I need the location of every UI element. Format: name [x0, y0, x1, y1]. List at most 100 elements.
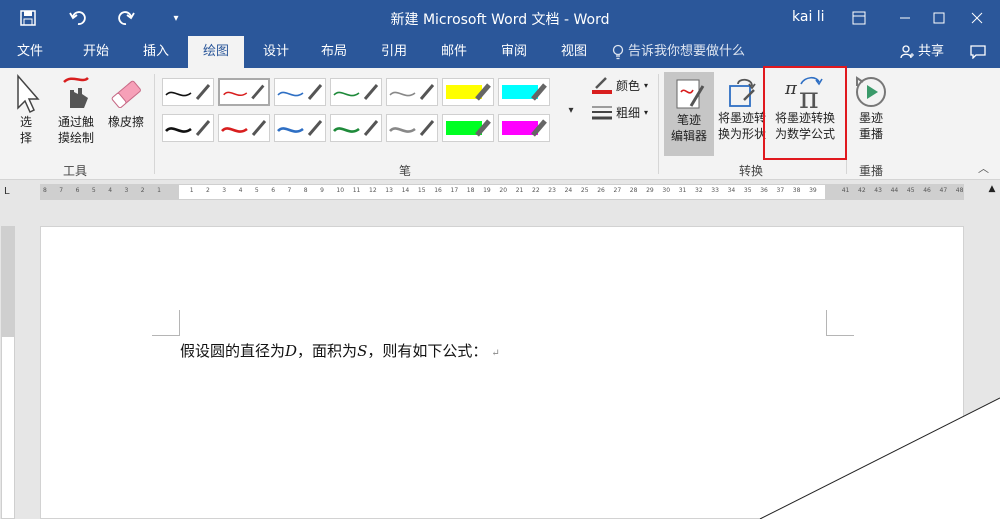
- ruler-tick: 11: [352, 187, 361, 194]
- ink-editor-button[interactable]: 笔迹 编辑器: [664, 72, 714, 156]
- ruler-tick: 44: [890, 187, 899, 194]
- text-segment: ，面积为: [297, 342, 358, 360]
- horizontal-ruler[interactable]: 8 7 6 5 4 3 2 1 1 2 3 4 5 6 7 8 9 10 11 12 13 14 15 16 17 18 19 20 2…: [40, 184, 964, 200]
- tab-insert[interactable]: 插入: [134, 36, 178, 68]
- tab-mailings[interactable]: 邮件: [432, 36, 476, 68]
- ruler-tick: 22: [532, 187, 540, 194]
- redo-icon[interactable]: [106, 0, 146, 36]
- ink-to-shape-button[interactable]: 将墨迹转 换为形状: [714, 74, 770, 142]
- select-label: 选 择: [19, 115, 32, 145]
- ruler-tick: 21: [515, 187, 524, 194]
- ruler-tick: 41: [841, 187, 850, 194]
- user-name[interactable]: kai li: [792, 9, 825, 25]
- touch-pen-icon: [63, 76, 89, 108]
- crop-mark-top-left: [152, 310, 180, 336]
- pointer-icon: [17, 74, 40, 114]
- share-button[interactable]: 共享: [900, 36, 944, 68]
- document-page[interactable]: [40, 226, 964, 519]
- tell-me-box[interactable]: 告诉我你想要做什么: [612, 36, 745, 68]
- ruler-tick: 5: [91, 187, 96, 194]
- ruler-tick: 38: [792, 187, 801, 194]
- pen-red-thick[interactable]: [218, 114, 270, 142]
- ruler-tick: 27: [613, 187, 622, 194]
- ruler-tick: 6: [75, 187, 80, 194]
- pens-group-label: 笔: [398, 164, 411, 178]
- pen-gray-thick[interactable]: [386, 114, 438, 142]
- ruler-tick: 12: [369, 187, 377, 194]
- eraser-icon: [111, 80, 141, 109]
- ruler-tick: 24: [564, 187, 573, 194]
- ruler-tick: 33: [711, 187, 719, 194]
- ribbon-display-icon[interactable]: [836, 0, 882, 36]
- ruler-tick: 9: [320, 187, 324, 194]
- lightbulb-icon: [612, 44, 624, 60]
- crop-mark-top-right: [826, 310, 854, 336]
- customize-icon[interactable]: ▾: [156, 0, 196, 36]
- thickness-icon: [592, 106, 612, 119]
- ruler-tick: 17: [450, 187, 459, 194]
- highlighter-magenta[interactable]: [498, 114, 550, 142]
- ruler-tick: 8: [43, 187, 47, 194]
- undo-icon[interactable]: [58, 0, 98, 36]
- pen-black-thin[interactable]: [162, 78, 214, 106]
- pen-red-thin[interactable]: [218, 78, 270, 106]
- ruler-tick: 47: [939, 187, 948, 194]
- tab-home[interactable]: 开始: [74, 36, 118, 68]
- highlighter-cyan[interactable]: [498, 78, 550, 106]
- save-icon[interactable]: [8, 0, 48, 36]
- tab-review[interactable]: 审阅: [492, 36, 536, 68]
- ruler-tick: 34: [727, 187, 736, 194]
- text-segment: ，则有如下公式：: [367, 342, 488, 360]
- highlighter-yellow[interactable]: [442, 78, 494, 106]
- ruler-tick: 36: [760, 187, 768, 194]
- tab-view[interactable]: 视图: [552, 36, 596, 68]
- tab-selector-icon[interactable]: L: [4, 186, 10, 197]
- close-icon[interactable]: [954, 0, 1000, 36]
- tab-layout[interactable]: 布局: [312, 36, 356, 68]
- vertical-scrollbar[interactable]: ▲: [984, 180, 1000, 519]
- pen-blue-thick[interactable]: [274, 114, 326, 142]
- collapse-ribbon-icon[interactable]: ︿: [978, 160, 989, 176]
- pen-color-icon: [592, 77, 612, 94]
- comment-icon[interactable]: [960, 36, 996, 68]
- scroll-up-icon[interactable]: ▲: [984, 180, 1000, 194]
- tab-references[interactable]: 引用: [372, 36, 416, 68]
- pen-gallery: [160, 76, 580, 144]
- pen-color-dropdown[interactable]: 颜色 ▾: [592, 76, 648, 94]
- ruler-tick: 3: [124, 187, 129, 194]
- thickness-label: 粗细: [616, 106, 641, 120]
- highlighter-green[interactable]: [442, 114, 494, 142]
- pen-green-thick[interactable]: [330, 114, 382, 142]
- ruler-tick: 15: [417, 187, 426, 194]
- ruler-tick: 48: [955, 187, 964, 194]
- ruler-tick: 8: [303, 187, 308, 194]
- ink-editor-icon: [676, 79, 705, 109]
- pen-black-thick[interactable]: [162, 114, 214, 142]
- ruler-tick: 37: [776, 187, 785, 194]
- pen-thickness-dropdown[interactable]: 粗细 ▾: [592, 104, 648, 121]
- ruler-tick: 42: [858, 187, 866, 194]
- tab-design[interactable]: 设计: [254, 36, 298, 68]
- tab-file[interactable]: 文件: [8, 36, 52, 68]
- document-text[interactable]: 假设圆的直径为D，面积为S，则有如下公式： ↵: [180, 340, 500, 361]
- variable-d: D: [285, 342, 298, 360]
- pen-gray-thin[interactable]: [386, 78, 438, 106]
- gallery-more-icon[interactable]: ▾: [562, 76, 580, 144]
- eraser-button[interactable]: 橡皮擦: [104, 74, 148, 130]
- tab-draw[interactable]: 绘图: [188, 36, 244, 68]
- ruler-tick: 28: [629, 187, 638, 194]
- ruler-tick: 4: [238, 187, 243, 194]
- ruler-tick: 18: [466, 187, 475, 194]
- ruler-tick: 14: [401, 187, 410, 194]
- eraser-label: 橡皮擦: [107, 115, 144, 129]
- ruler-tick: 2: [140, 187, 145, 194]
- variable-s: S: [357, 342, 368, 360]
- touch-draw-button[interactable]: 通过触 摸绘制: [52, 74, 100, 146]
- select-button[interactable]: 选 择: [10, 74, 42, 146]
- pen-green-thin[interactable]: [330, 78, 382, 106]
- ruler-tick: 32: [695, 187, 703, 194]
- paragraph-mark: ↵: [491, 348, 500, 359]
- touch-draw-label: 通过触 摸绘制: [57, 115, 94, 145]
- ink-replay-button[interactable]: 墨迹 重播: [850, 74, 892, 142]
- pen-blue-thin[interactable]: [274, 78, 326, 106]
